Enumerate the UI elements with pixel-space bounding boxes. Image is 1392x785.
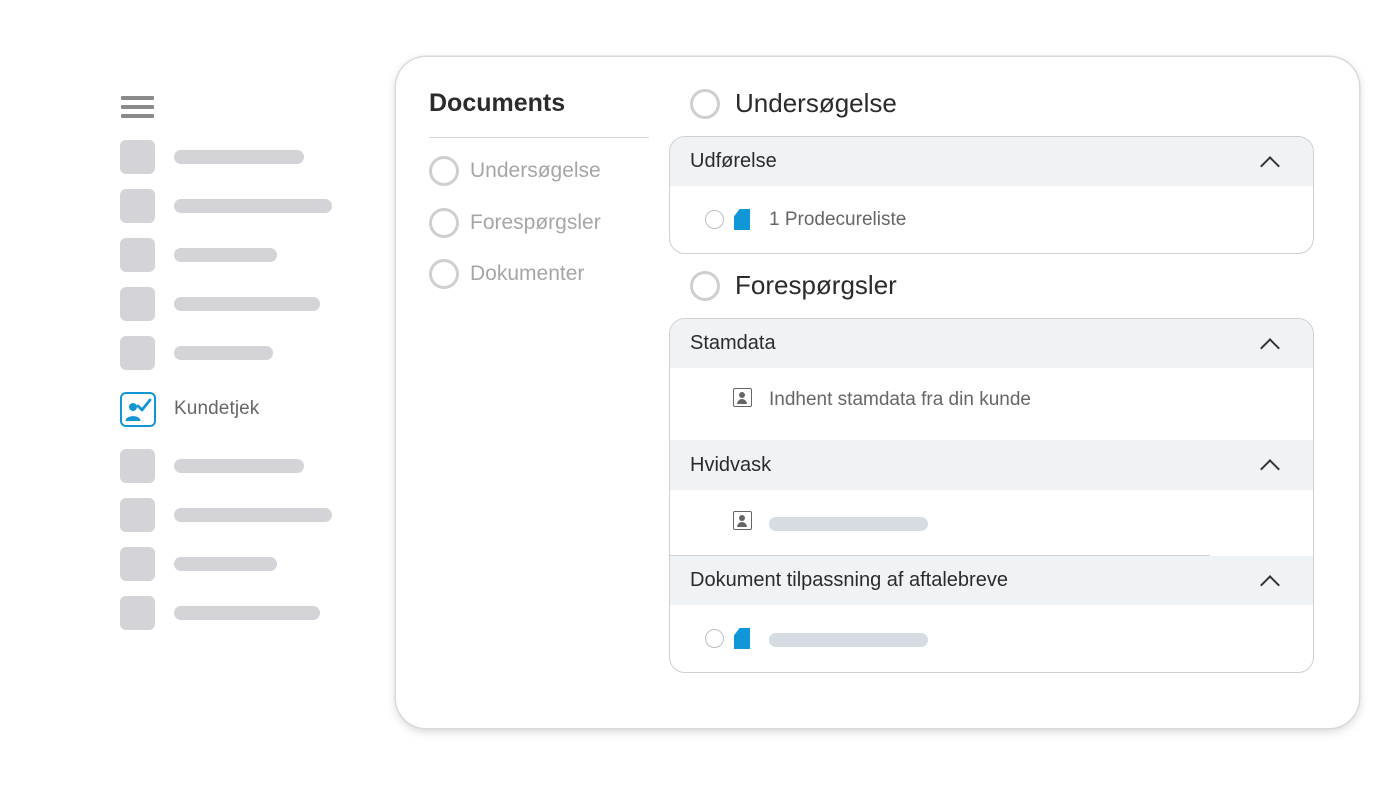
sidebar-item-icon-placeholder <box>120 189 155 223</box>
sidebar-item-placeholder[interactable] <box>120 547 360 581</box>
sidebar-item-placeholder[interactable] <box>120 140 360 174</box>
chevron-up-icon[interactable] <box>1260 459 1280 479</box>
hamburger-menu-icon[interactable] <box>121 96 154 120</box>
documents-item-forespoergsler[interactable]: Forespørgsler <box>429 208 601 238</box>
sidebar-item-icon-placeholder <box>120 140 155 174</box>
list-item-aftalebreve[interactable] <box>670 605 1313 672</box>
documents-item-label: Dokumenter <box>470 262 585 285</box>
sidebar-item-placeholder[interactable] <box>120 287 360 321</box>
user-check-icon <box>120 391 156 427</box>
sidebar-item-placeholder[interactable] <box>120 449 360 483</box>
list-item-hvidvask[interactable] <box>670 490 1313 555</box>
sidebar-item-label-placeholder <box>174 557 277 571</box>
sidebar-item-icon-placeholder <box>120 287 155 321</box>
accordion-header-hvidvask[interactable]: Hvidvask <box>670 440 1313 490</box>
documents-item-label: Undersøgelse <box>470 159 601 182</box>
documents-item-undersogelse[interactable]: Undersøgelse <box>429 156 601 186</box>
sidebar-item-placeholder[interactable] <box>120 498 360 532</box>
documents-item-dokumenter[interactable]: Dokumenter <box>429 259 584 289</box>
sidebar-item-label: Kundetjek <box>174 398 260 419</box>
status-ring-icon <box>690 88 720 119</box>
sidebar-item-label-placeholder <box>174 606 320 620</box>
section-panel-forespoergsler: Stamdata Indhent stamdata fra din kunde … <box>669 318 1314 673</box>
section-title: Forespørgsler <box>735 270 897 300</box>
sidebar-item-placeholder[interactable] <box>120 336 360 370</box>
sidebar-item-icon-placeholder <box>120 238 155 272</box>
sidebar-item-icon-placeholder <box>120 547 155 581</box>
contact-card-icon <box>733 511 752 530</box>
accordion-header-udforelse[interactable]: Udførelse <box>670 137 1313 186</box>
document-icon <box>734 209 750 230</box>
sidebar-item-label-placeholder <box>174 508 332 522</box>
sidebar-item-label-placeholder <box>174 150 304 164</box>
sidebar-item-placeholder[interactable] <box>120 596 360 630</box>
sidebar-item-label-placeholder <box>174 346 273 360</box>
accordion-title: Udførelse <box>690 150 777 172</box>
accordion-header-stamdata[interactable]: Stamdata <box>670 319 1313 368</box>
accordion-title: Dokument tilpassning af aftalebreve <box>690 569 1008 591</box>
list-item-procedurelist[interactable]: 1 Prodecureliste <box>670 186 1313 253</box>
status-ring-icon <box>690 270 720 301</box>
accordion-title: Hvidvask <box>690 453 772 476</box>
status-ring-icon <box>429 259 459 289</box>
sidebar-item-label-placeholder <box>174 297 320 311</box>
sidebar-item-placeholder[interactable] <box>120 238 360 272</box>
documents-title: Documents <box>429 89 566 117</box>
chevron-up-icon[interactable] <box>1260 574 1280 595</box>
list-item-label-placeholder <box>769 517 928 531</box>
sidebar-item-kundetjek[interactable]: Kundetjek <box>120 391 360 427</box>
sidebar-item-placeholder[interactable] <box>120 189 360 223</box>
list-item-label-placeholder <box>769 633 928 647</box>
documents-divider <box>429 137 649 138</box>
status-ring-icon <box>429 208 459 238</box>
contact-card-icon <box>733 388 752 407</box>
sidebar-item-label-placeholder <box>174 199 332 213</box>
radio-button[interactable] <box>705 629 724 648</box>
section-panel-undersogelse: Udførelse 1 Prodecureliste <box>669 136 1314 254</box>
list-item-label: 1 Prodecureliste <box>769 208 907 230</box>
sidebar-item-label-placeholder <box>174 248 277 262</box>
section-header-forespoergsler[interactable]: Forespørgsler <box>690 270 897 301</box>
list-item-label: Indhent stamdata fra din kunde <box>769 389 1031 410</box>
documents-item-label: Forespørgsler <box>470 211 601 234</box>
sidebar-item-label-placeholder <box>174 459 304 473</box>
chevron-up-icon[interactable] <box>1260 155 1280 176</box>
status-ring-icon <box>429 156 459 186</box>
list-item-stamdata[interactable]: Indhent stamdata fra din kunde <box>670 368 1313 440</box>
sidebar-item-icon-placeholder <box>120 498 155 532</box>
accordion-title: Stamdata <box>690 332 776 354</box>
radio-button[interactable] <box>705 210 724 229</box>
accordion-header-aftalebreve[interactable]: Dokument tilpassning af aftalebreve <box>670 556 1313 605</box>
chevron-up-icon[interactable] <box>1260 337 1280 358</box>
document-icon <box>734 628 750 649</box>
sidebar-item-icon-placeholder <box>120 596 155 630</box>
sidebar-item-icon-placeholder <box>120 449 155 483</box>
section-header-undersogelse[interactable]: Undersøgelse <box>690 88 897 119</box>
sidebar-item-icon-placeholder <box>120 336 155 370</box>
section-title: Undersøgelse <box>735 88 897 118</box>
